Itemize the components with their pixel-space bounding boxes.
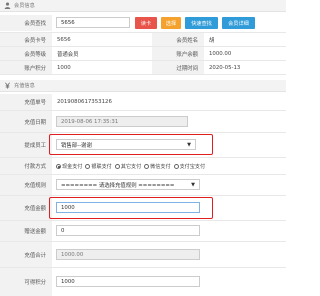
radio-icon (114, 163, 120, 169)
payment-radio-group: 现金支付 银联支付 其它支付 微信支付 支付宝支付 (56, 161, 206, 171)
select-button-label: 选择 (165, 20, 177, 27)
read-card-button-label: 读卡 (140, 20, 152, 27)
staff-label: 提成员工 (0, 133, 52, 157)
radio-icon (173, 163, 179, 169)
payment-label: 付款方式 (0, 158, 52, 174)
card-no-label: 会员卡号 (0, 33, 52, 46)
balance-label: 账户余额 (152, 47, 204, 60)
order-no-label: 充值单号 (0, 94, 52, 110)
card-no-value: 5656 (57, 36, 71, 43)
quick-search-button[interactable]: 快速查找 (185, 17, 218, 29)
gift-input[interactable]: 0 (56, 225, 200, 236)
expire-label: 过期时间 (152, 61, 204, 74)
member-section-header: 会员信息 (0, 0, 286, 12)
payment-option-wechat[interactable]: 微信支付 (144, 163, 171, 170)
payment-option-other[interactable]: 其它支付 (114, 163, 142, 170)
member-section-title: 会员信息 (14, 3, 35, 9)
name-label: 会员姓名 (152, 33, 204, 46)
earned-points-label: 可得积分 (0, 268, 52, 296)
staff-highlight-box (49, 134, 213, 155)
payment-option-alipay[interactable]: 支付宝支付 (173, 163, 206, 170)
level-value: 普通会员 (57, 51, 79, 58)
level-label: 会员等级 (0, 47, 52, 60)
payment-option-label: 支付宝支付 (179, 163, 206, 170)
recharge-section-header: 充值信息 (0, 80, 286, 92)
expire-value: 2020-05-13 (209, 64, 241, 71)
payment-option-cash[interactable]: 现金支付 (56, 163, 82, 170)
read-card-button[interactable]: 读卡 (135, 17, 157, 29)
gift-label: 赠送金额 (0, 221, 52, 241)
points-label: 账户积分 (0, 61, 52, 74)
radio-icon (85, 163, 91, 169)
date-label: 充值日期 (0, 111, 52, 132)
quick-search-button-label: 快速查找 (191, 20, 212, 27)
payment-option-label: 银联支付 (91, 163, 112, 170)
dropdown-caret-icon: ▼ (191, 181, 195, 188)
yen-icon (4, 82, 11, 89)
radio-icon (144, 163, 150, 169)
earned-points-input[interactable]: 1000 (56, 276, 200, 287)
date-input: 2019-08-06 17:35:31 (56, 116, 188, 127)
total-label: 充值合计 (0, 242, 52, 267)
amount-label: 充值金额 (0, 196, 52, 220)
member-detail-button-label: 会员详细 (228, 20, 249, 27)
recharge-section-title: 充值信息 (14, 83, 35, 89)
order-no-value: 2019080617353126 (57, 99, 112, 105)
member-search-input[interactable]: 5656 (56, 17, 130, 28)
radio-checked-icon (56, 163, 61, 169)
balance-value: 1000.00 (209, 50, 232, 57)
member-detail-button[interactable]: 会员详细 (222, 17, 255, 29)
rule-select[interactable]: ======== 请选择充值规则 ======== ▼ (56, 179, 200, 190)
amount-highlight-box (49, 197, 213, 219)
name-value: 胡 (209, 37, 215, 44)
rule-select-value: ======== 请选择充值规则 ======== (61, 182, 175, 189)
payment-option-unionpay[interactable]: 银联支付 (85, 163, 112, 170)
points-value: 1000 (57, 64, 71, 71)
user-icon (4, 2, 11, 9)
total-input: 1000.00 (56, 249, 200, 260)
select-button[interactable]: 选择 (161, 17, 181, 29)
divider (0, 74, 286, 75)
payment-option-label: 现金支付 (62, 163, 83, 170)
payment-option-label: 微信支付 (150, 163, 171, 170)
rule-label: 充值规则 (0, 175, 52, 195)
member-search-label: 会员查找 (0, 15, 52, 31)
payment-option-label: 其它支付 (120, 163, 142, 170)
